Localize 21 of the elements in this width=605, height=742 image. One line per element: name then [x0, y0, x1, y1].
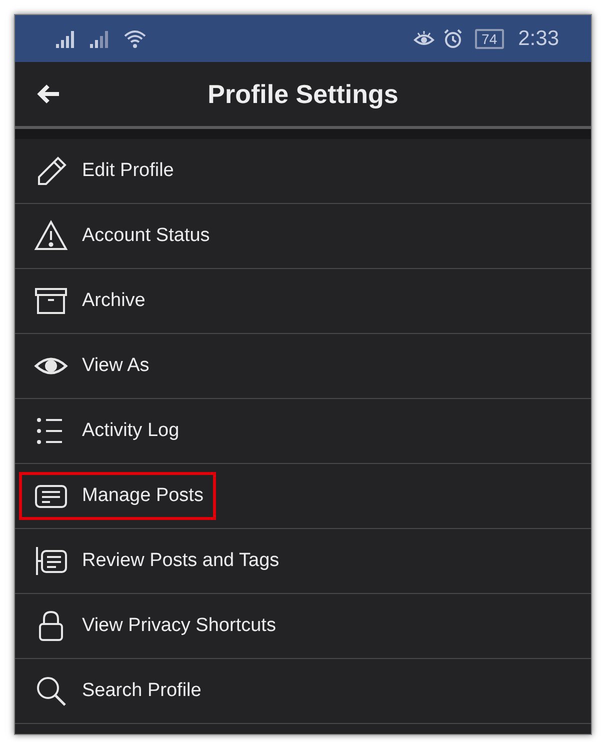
search-icon — [34, 674, 68, 708]
warning-icon — [34, 219, 68, 253]
wifi-icon — [123, 30, 147, 48]
settings-item[interactable]: View Privacy Shortcuts — [15, 594, 591, 659]
settings-item[interactable]: Search Profile — [15, 659, 591, 724]
clock-time: 2:33 — [518, 26, 559, 50]
eye-icon — [412, 30, 435, 48]
battery-level: 74 — [474, 28, 504, 48]
settings-item[interactable]: Archive — [15, 269, 591, 334]
post-icon — [34, 544, 68, 578]
settings-item[interactable]: Edit Profile — [15, 139, 591, 204]
settings-item[interactable]: View As — [15, 334, 591, 399]
settings-item[interactable]: Activity Log — [15, 399, 591, 464]
alarm-icon — [442, 28, 463, 48]
signal-icon — [55, 30, 77, 48]
page-title: Profile Settings — [206, 78, 400, 110]
settings-item[interactable]: Review Posts and Tags — [15, 529, 591, 594]
settings-item[interactable]: Manage Posts — [15, 464, 591, 529]
back-arrow-icon[interactable] — [37, 84, 61, 104]
settings-item[interactable]: Account Status — [15, 204, 591, 269]
signal-icon — [89, 30, 111, 48]
